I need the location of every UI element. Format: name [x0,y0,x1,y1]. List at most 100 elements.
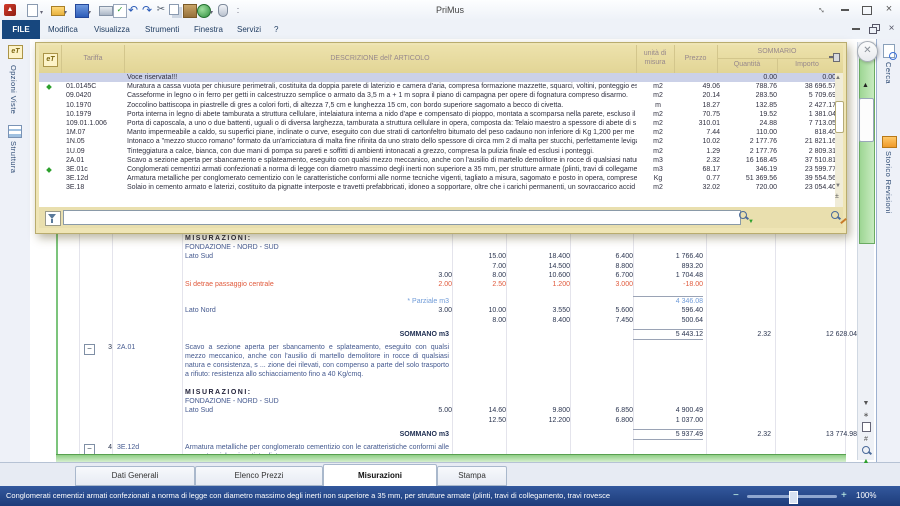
price-list-row[interactable]: 3E.12dArmatura metalliche per conglomera… [39,174,843,183]
measure-row[interactable]: 7.0014.5008.800893.20 [57,262,858,271]
menu-finestra[interactable]: Finestra [190,20,227,39]
price-list-row[interactable]: 09.0420Casseforme in legno o in ferro pe… [39,91,843,100]
expand-list-icon[interactable]: ± [835,193,839,200]
price-list-row[interactable]: 2A.01Scavo a sezione aperta per sbancame… [39,156,843,165]
sidebar-tab-storico-revisioni[interactable]: Storico Revisioni [884,151,893,214]
redo-icon[interactable]: ↷ [141,4,153,16]
measure-row[interactable]: FONDAZIONE - NORD - SUD [57,397,858,406]
expand-sheet-icon[interactable]: ▲ [859,456,873,467]
float-window-icon[interactable]: ↔ [813,3,831,17]
tab-dati-generali[interactable]: Dati Generali [75,466,195,486]
menu-?[interactable]: ? [270,20,282,39]
zoom-in-icon[interactable]: + [841,486,847,506]
popup-scrollbar-thumb[interactable] [835,101,844,133]
bookmark-icon[interactable]: ∗ [859,410,873,421]
price-list-row[interactable]: 3E.01cConglomerati cementizi armati conf… [39,165,843,174]
sidebar-tab-struttura[interactable]: Struttura [9,141,18,173]
col-header-unita[interactable]: unità di misura [636,49,674,67]
more-icon[interactable]: : [232,4,244,16]
primus-app-icon[interactable]: ▲ [4,4,16,16]
price-list-row[interactable]: 10.1979Porta interna in legno di abete t… [39,110,843,119]
item-4-tariff-code[interactable]: 3E.12d [117,444,139,451]
menu-strumenti[interactable]: Strumenti [141,20,183,39]
measure-row[interactable]: MISURAZIONI: [57,234,858,243]
close-button[interactable]: × [880,3,898,17]
maximize-button[interactable] [858,3,876,17]
price-list-row[interactable]: 109.01.1.006Porta di caposcala, a uno o … [39,119,843,128]
grid-view-icon[interactable]: # [859,434,873,445]
child-restore-button[interactable] [866,23,881,36]
measure-row[interactable]: Lato Sud15.0018.4006.4001 766.40 [57,252,858,261]
document-scrollbar[interactable]: ▲ ▼ ∗ # ▲ [857,42,874,460]
item-3-tariff-code[interactable]: 2A.01 [117,344,135,351]
tab-elenco-prezzi[interactable]: Elenco Prezzi [195,466,323,486]
measure-row[interactable]: Lato Sud5.0014.609.8006.8504 900.49 [57,406,858,415]
export-web-dropdown-icon[interactable]: ▾ [210,9,213,16]
menu-file[interactable]: FILE [2,20,40,39]
price-list-row[interactable]: 3E.18Solaio in cemento armato e laterizi… [39,183,843,192]
measure-row[interactable]: 12.5012.2006.8001 037.00 [57,416,858,425]
popup-close-button[interactable]: ✕ [857,41,878,62]
new-document-dropdown-icon[interactable]: ▾ [40,9,43,16]
filter-funnel-icon[interactable] [45,211,61,226]
tab-stampa[interactable]: Stampa [437,466,507,486]
filter-input[interactable] [63,210,741,225]
price-list-row[interactable]: 01.0145CMuratura a cassa vuota per chius… [39,82,843,91]
measure-row[interactable]: 3.008.0010.6006.7001 704.48 [57,271,858,280]
menu-servizi[interactable]: Servizi [233,20,265,39]
measure-row[interactable]: MISURAZIONI: [57,388,858,397]
child-close-button[interactable]: × [884,23,899,36]
save-icon[interactable] [75,4,89,18]
undo-icon[interactable]: ↶ [127,4,139,16]
minimize-button[interactable] [836,3,854,17]
pin-popup-icon[interactable] [829,53,839,61]
menu-modifica[interactable]: Modifica [44,20,82,39]
price-list-row[interactable]: 10.1970Zoccolino battiscopa in piastrell… [39,101,843,110]
item-3-description[interactable]: Scavo a sezione aperta per sbancamento e… [185,343,449,388]
spell-check-icon[interactable]: ✓ [113,4,127,18]
menu-visualizza[interactable]: Visualizza [90,20,134,39]
measure-row[interactable]: * Parziale m34 346.08 [57,297,858,306]
scroll-up-icon[interactable]: ▲ [835,75,841,81]
page-preview-icon[interactable] [859,422,873,433]
measure-row[interactable]: 8.008.4007.450500.64 [57,316,858,325]
pointer-icon[interactable] [218,4,228,17]
copy-icon[interactable] [169,4,179,15]
measure-row[interactable]: Lato Nord3.0010.003.5505.600596.40 [57,306,858,315]
col-header-prezzo[interactable]: Prezzo [674,45,717,73]
measure-row[interactable]: Si detrae passaggio centrale2.002.501.20… [57,280,858,289]
scroll-down-icon[interactable]: ▼ [835,183,841,189]
zoom-slider[interactable] [747,495,837,498]
open-file-dropdown-icon[interactable]: ▾ [64,9,67,16]
save-dropdown-icon[interactable]: ▾ [88,9,91,16]
col-header-descrizione[interactable]: DESCRIZIONE dell' ARTICOLO [124,45,636,73]
col-header-quantita[interactable]: Quantità [717,59,777,71]
sidebar-tab-opzioni-viste[interactable]: Opzioni Viste [9,65,18,114]
cut-icon[interactable]: ✂ [155,4,167,16]
measure-row[interactable]: FONDAZIONE - NORD - SUD [57,243,858,252]
price-list-row[interactable]: Voce riservata!!!0.000.00 [39,73,843,82]
zoom-out-icon[interactable]: − [733,486,739,506]
measure-row[interactable]: SOMMANO m35 937.492.3213 774.98 [57,430,858,439]
price-list-row[interactable]: 1N.05Intonaco a "mezzo stucco romano" fo… [39,137,843,146]
scroll-down-icon[interactable]: ▼ [859,398,873,409]
print-icon[interactable] [99,6,113,16]
col-header-importo[interactable]: Importo [777,59,837,71]
col-header-sommario[interactable]: SOMMARIO [717,46,837,58]
collapse-item-3-icon[interactable]: − [84,344,95,355]
sidebar-tab-cerca[interactable]: Cerca [884,62,893,84]
price-list-row[interactable]: 1M.07Manto impermeabile a caldo, su supe… [39,128,843,137]
popup-scrollbar[interactable]: ▲ ▼ ± [835,73,843,207]
child-minimize-button[interactable] [848,23,863,36]
measure-row[interactable]: SOMMANO m35 443.122.3212 628.04 [57,330,858,339]
price-list-row[interactable]: 1U.09Tinteggiatura a calce, bianca, con … [39,147,843,156]
col-header-tariffa[interactable]: Tariffa [62,45,124,73]
zoom-slider-thumb[interactable] [789,491,798,504]
new-document-icon[interactable] [27,4,38,17]
tab-misurazioni[interactable]: Misurazioni [323,464,437,487]
search-edit-icon[interactable] [831,211,839,219]
search-run-icon[interactable]: ▼ [739,211,747,219]
scrollbar-thumb[interactable] [859,98,874,142]
export-web-icon[interactable] [197,4,211,18]
open-file-icon[interactable] [51,6,65,16]
